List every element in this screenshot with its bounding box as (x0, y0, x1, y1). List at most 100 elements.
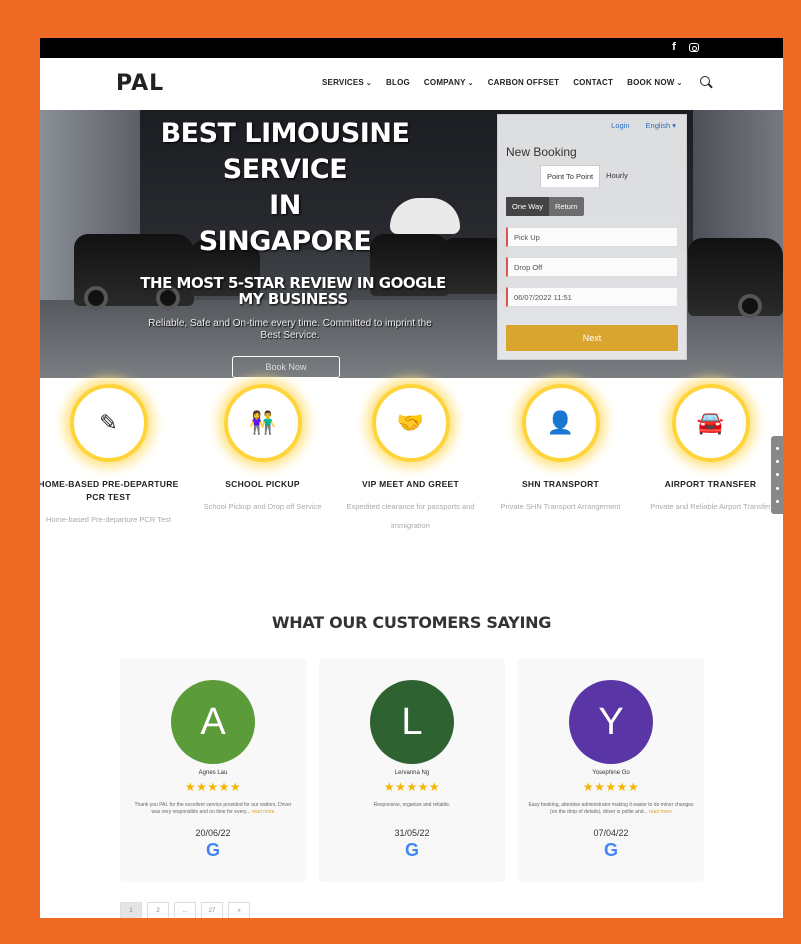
nav-item-label: CONTACT (573, 78, 614, 87)
service-desc: Private and Reliable Airport Transfer (650, 502, 771, 511)
instagram-icon[interactable] (689, 43, 699, 52)
nav-item-book-now[interactable]: BOOK NOW ⌄ (627, 78, 682, 87)
tab-point-to-point[interactable]: Point To Point (540, 165, 601, 187)
hero-title-line: BEST LIMOUSINE (160, 118, 410, 149)
language-select[interactable]: English ▾ (646, 121, 676, 130)
pcr-test-icon: ✎ (69, 384, 148, 462)
nav-item-label: BLOG (386, 78, 410, 87)
chevron-down-icon: ⌄ (676, 80, 683, 87)
booking-links: Login English ▾ (611, 121, 676, 130)
book-now-button[interactable]: Book Now (232, 356, 340, 378)
meet-and-greet-icon: 🤝 (371, 384, 450, 462)
service-item[interactable]: 🤝 VIP MEET AND GREET Expedited clearance… (338, 384, 483, 535)
nav-item-carbon-offset[interactable]: CARBON OFFSET (488, 78, 560, 87)
trip-type-toggle: One Way Return (506, 197, 584, 216)
nav-item-blog[interactable]: BLOG (386, 78, 410, 87)
services-row: ✎ HOME-BASED PRE-DEPARTURE PCR TEST Home… (40, 384, 783, 584)
page-button[interactable]: 2 (147, 902, 169, 918)
language-label: English (645, 121, 671, 130)
read-more-link[interactable]: read more (649, 809, 672, 815)
social-links: f (669, 41, 699, 53)
limousine-image (688, 238, 783, 318)
google-icon: G (205, 840, 220, 860)
site-logo[interactable]: PAL (116, 71, 164, 96)
caret-down-icon: ▾ (672, 121, 676, 130)
review-text: Thank you PAL for the excellent service … (130, 802, 296, 824)
airport-transfer-icon: 🚘 (671, 384, 750, 462)
page-dots-nav[interactable] (771, 436, 783, 514)
page-ellipsis: ... (174, 902, 196, 918)
facebook-icon[interactable]: f (669, 41, 679, 53)
service-item[interactable]: 🚘 AIRPORT TRANSFER Private and Reliable … (638, 384, 783, 516)
service-desc: Home-based Pre-departure PCR Test (46, 515, 171, 524)
chevron-down-icon: ⌄ (365, 80, 372, 87)
next-page-button[interactable]: » (228, 902, 250, 918)
nav-item-contact[interactable]: CONTACT (573, 78, 613, 87)
reviewer-name: Yosephine Go (592, 770, 630, 776)
top-bar: f (40, 38, 783, 58)
hero-subtitle: THE MOST 5-STAR REVIEW IN GOOGLE MY BUSI… (140, 274, 446, 308)
dot-icon[interactable] (775, 499, 779, 503)
dot-icon[interactable] (775, 486, 779, 490)
star-rating: ★★★★★ (383, 780, 441, 794)
main-nav: PAL SERVICES ⌄ BLOG COMPANY ⌄ CARBON OFFSE… (40, 58, 783, 110)
dot-icon[interactable] (775, 473, 779, 477)
nav-item-label: COMPANY (423, 78, 466, 87)
pagination: 1 2 ... 27 » (120, 902, 250, 918)
service-item[interactable]: 👫 SCHOOL PICKUP School Pickup and Drop o… (190, 384, 335, 516)
next-button[interactable]: Next (506, 325, 678, 351)
review-date: 20/06/22 (195, 828, 231, 838)
google-icon: G (404, 840, 419, 860)
avatar: Y (569, 680, 653, 764)
tab-hourly[interactable]: Hourly (600, 165, 634, 187)
dot-icon[interactable] (775, 447, 779, 451)
service-name: HOME-BASED PRE-DEPARTURE PCR TEST (40, 479, 179, 502)
hero-title-line: SERVICE (222, 154, 348, 185)
search-icon[interactable] (700, 76, 710, 86)
review-card: Y Yosephine Go ★★★★★ Easy booking, atten… (518, 658, 704, 882)
review-text: Responsive, organize and reliable. (329, 802, 495, 824)
browser-frame: f PAL SERVICES ⌄ BLOG COMPANY ⌄ CARBON OFF… (40, 38, 783, 918)
one-way-button[interactable]: One Way (506, 197, 549, 216)
dropoff-input[interactable]: Drop Off (506, 257, 678, 277)
page-button[interactable]: 1 (120, 902, 142, 918)
reviewer-name: Lervanna Ng (394, 770, 430, 776)
booking-widget: Login English ▾ New Booking Point To Poi… (497, 114, 687, 360)
datetime-input[interactable]: 06/07/2022 11:51 (506, 287, 678, 307)
nav-item-label: CARBON OFFSET (487, 78, 560, 87)
hero-title-line: IN (269, 190, 301, 221)
reviewer-name: Agnes Lau (198, 770, 228, 776)
service-item[interactable]: 👤 SHN TRANSPORT Private SHN Transport Ar… (488, 384, 633, 516)
shn-transport-icon: 👤 (521, 384, 600, 462)
booking-tabs: Point To Point Hourly (540, 165, 634, 187)
chevron-down-icon: ⌄ (467, 80, 474, 87)
service-desc: School Pickup and Drop off Service (203, 502, 322, 511)
service-name: SHN TRANSPORT (521, 479, 600, 489)
nav-item-services[interactable]: SERVICES ⌄ (322, 78, 372, 87)
avatar: L (370, 680, 454, 764)
service-name: SCHOOL PICKUP (225, 479, 300, 489)
return-button[interactable]: Return (549, 197, 584, 216)
nav-item-company[interactable]: COMPANY ⌄ (424, 78, 474, 87)
page-button[interactable]: 27 (201, 902, 223, 918)
review-card: A Agnes Lau ★★★★★ Thank you PAL for the … (120, 658, 306, 882)
pickup-input[interactable]: Pick Up (506, 227, 678, 247)
booking-title: New Booking (506, 145, 577, 159)
google-icon: G (603, 840, 618, 860)
service-item[interactable]: ✎ HOME-BASED PRE-DEPARTURE PCR TEST Home… (40, 384, 181, 529)
star-rating: ★★★★★ (582, 780, 640, 794)
nav-item-label: SERVICES (322, 78, 364, 87)
star-rating: ★★★★★ (184, 780, 242, 794)
reviews-title: WHAT OUR CUSTOMERS SAYING (271, 613, 552, 632)
nav-menu: SERVICES ⌄ BLOG COMPANY ⌄ CARBON OFFSET CO… (322, 78, 683, 87)
review-date: 31/05/22 (394, 828, 430, 838)
dot-icon[interactable] (775, 460, 779, 464)
review-date: 07/04/22 (593, 828, 629, 838)
service-name: AIRPORT TRANSFER (664, 479, 757, 489)
hero-description: Reliable, Safe and On-time every time. C… (148, 318, 432, 341)
read-more-link[interactable]: read more (252, 809, 275, 815)
review-card: L Lervanna Ng ★★★★★ Responsive, organize… (319, 658, 505, 882)
login-link[interactable]: Login (611, 121, 629, 130)
service-name: VIP MEET AND GREET (361, 479, 460, 489)
hero-title-line: SINGAPORE (198, 226, 372, 257)
